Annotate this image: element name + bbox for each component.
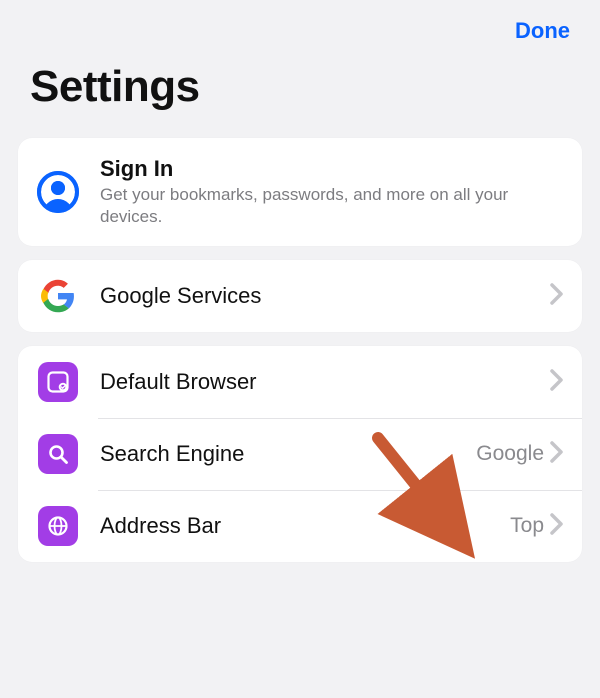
globe-icon: [36, 504, 80, 548]
sign-in-subtitle: Get your bookmarks, passwords, and more …: [100, 184, 564, 228]
profile-icon: [36, 170, 80, 214]
search-engine-value: Google: [476, 442, 544, 466]
default-browser-row[interactable]: Default Browser: [18, 346, 582, 418]
chevron-right-icon: [550, 283, 564, 310]
search-icon: [36, 432, 80, 476]
page-title: Settings: [30, 62, 570, 112]
google-logo-icon: [36, 274, 80, 318]
google-services-label: Google Services: [100, 283, 550, 309]
default-browser-icon: [36, 360, 80, 404]
chevron-right-icon: [550, 369, 564, 396]
default-browser-label: Default Browser: [100, 369, 550, 395]
sign-in-label: Sign In: [100, 156, 564, 182]
chevron-right-icon: [550, 441, 564, 468]
done-button[interactable]: Done: [515, 18, 570, 44]
address-bar-value: Top: [510, 514, 544, 538]
chevron-right-icon: [550, 513, 564, 540]
services-group: Google Services: [18, 260, 582, 332]
address-bar-label: Address Bar: [100, 513, 510, 539]
google-services-row[interactable]: Google Services: [18, 260, 582, 332]
search-engine-row[interactable]: Search Engine Google: [18, 418, 582, 490]
search-engine-label: Search Engine: [100, 441, 476, 467]
sign-in-row[interactable]: Sign In Get your bookmarks, passwords, a…: [18, 138, 582, 246]
preferences-group: Default Browser Search Engine Google: [18, 346, 582, 562]
account-group: Sign In Get your bookmarks, passwords, a…: [18, 138, 582, 246]
address-bar-row[interactable]: Address Bar Top: [18, 490, 582, 562]
